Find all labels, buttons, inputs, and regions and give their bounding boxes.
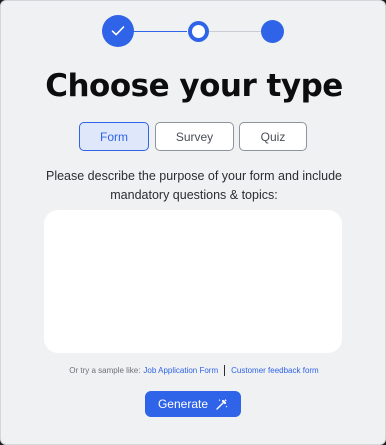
description-input[interactable] [44, 210, 342, 353]
stepper-connector-complete [133, 31, 187, 32]
type-option-survey[interactable]: Survey [155, 122, 234, 151]
current-step-dot [192, 25, 205, 38]
magic-wand-icon [216, 398, 228, 410]
step-3-upcoming [261, 20, 284, 43]
page-title: Choose your type [45, 68, 343, 104]
progress-stepper [1, 1, 386, 63]
generate-button-label: Generate [157, 397, 209, 411]
description-prompt: Please describe the purpose of your form… [45, 169, 342, 202]
step-2-current [188, 21, 209, 42]
type-option-form[interactable]: Form [79, 122, 149, 151]
form-generator-panel: Choose your type Form Survey Quiz Please… [0, 0, 386, 445]
step-1-completed [102, 15, 134, 47]
generate-button[interactable]: Generate [145, 391, 241, 417]
check-icon [111, 26, 125, 36]
sample-lead-text: Or try a sample like: [69, 365, 141, 375]
sample-link-job-application[interactable]: Job Application Form [143, 366, 218, 375]
stepper-connector-pending [209, 31, 263, 32]
sample-link-customer-feedback[interactable]: Customer feedback form [231, 366, 319, 375]
type-option-quiz[interactable]: Quiz [239, 122, 307, 151]
sample-suggestions: Or try a sample like: Job Application Fo… [1, 363, 386, 377]
sample-separator [224, 364, 226, 376]
type-selector: Form Survey Quiz [1, 122, 386, 151]
